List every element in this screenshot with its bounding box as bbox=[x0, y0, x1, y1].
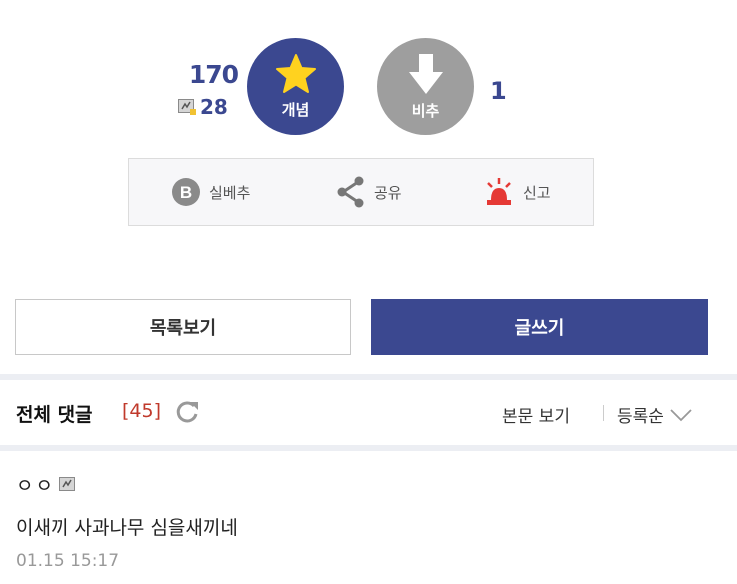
post-action-box: B 실베추 공유 신고 bbox=[128, 158, 594, 226]
upvote-button[interactable]: 개념 bbox=[247, 38, 344, 135]
star-icon bbox=[275, 54, 316, 93]
fixed-user-icon bbox=[178, 99, 196, 115]
list-view-button[interactable]: 목록보기 bbox=[15, 299, 351, 355]
sort-dropdown[interactable]: 등록순 bbox=[617, 402, 692, 427]
fixed-user-upvote-count: 28 bbox=[178, 95, 228, 119]
report-label: 신고 bbox=[523, 183, 551, 202]
write-post-button[interactable]: 글쓰기 bbox=[371, 299, 708, 355]
comment-author[interactable]: ㅇㅇ bbox=[16, 471, 77, 498]
share-icon bbox=[337, 176, 364, 208]
fixed-count-value: 28 bbox=[200, 95, 228, 119]
best-recommend-label: 실베추 bbox=[209, 183, 251, 202]
comments-title: 전체 댓글 bbox=[16, 404, 93, 426]
best-badge-icon: B bbox=[172, 178, 200, 206]
comments-header: 전체 댓글 [45] 본문 보기 등록순 bbox=[0, 380, 737, 445]
comments-count: [45] bbox=[122, 400, 162, 422]
downvote-count: 1 bbox=[490, 77, 507, 105]
header-separator bbox=[603, 405, 604, 421]
downvote-button[interactable]: 비추 bbox=[377, 38, 474, 135]
svg-text:B: B bbox=[180, 183, 192, 202]
share-button[interactable]: 공유 bbox=[336, 172, 402, 212]
sort-label: 등록순 bbox=[617, 407, 664, 427]
comment-item: ㅇㅇ 이새끼 사과나무 심을새끼네 01.15 15:17 bbox=[0, 451, 737, 584]
vote-area: 170 28 개념 비추 1 bbox=[0, 0, 737, 150]
refresh-icon[interactable] bbox=[173, 398, 201, 426]
comment-author-name: ㅇㅇ bbox=[16, 475, 55, 497]
siren-icon bbox=[487, 178, 511, 205]
report-button[interactable]: 신고 bbox=[483, 172, 551, 212]
arrow-down-icon bbox=[408, 54, 443, 94]
comment-text: 이새끼 사과나무 심을새끼네 bbox=[16, 517, 238, 539]
upvote-label: 개념 bbox=[281, 101, 310, 119]
downvote-label: 비추 bbox=[411, 102, 440, 120]
comment-date: 01.15 15:17 bbox=[16, 551, 120, 571]
best-recommend-button[interactable]: B 실베추 bbox=[171, 172, 250, 212]
share-label: 공유 bbox=[374, 183, 402, 202]
chevron-down-icon bbox=[670, 408, 692, 421]
view-body-button[interactable]: 본문 보기 bbox=[502, 402, 570, 427]
upvote-count: 170 bbox=[188, 60, 239, 89]
fixed-user-icon bbox=[58, 476, 75, 491]
